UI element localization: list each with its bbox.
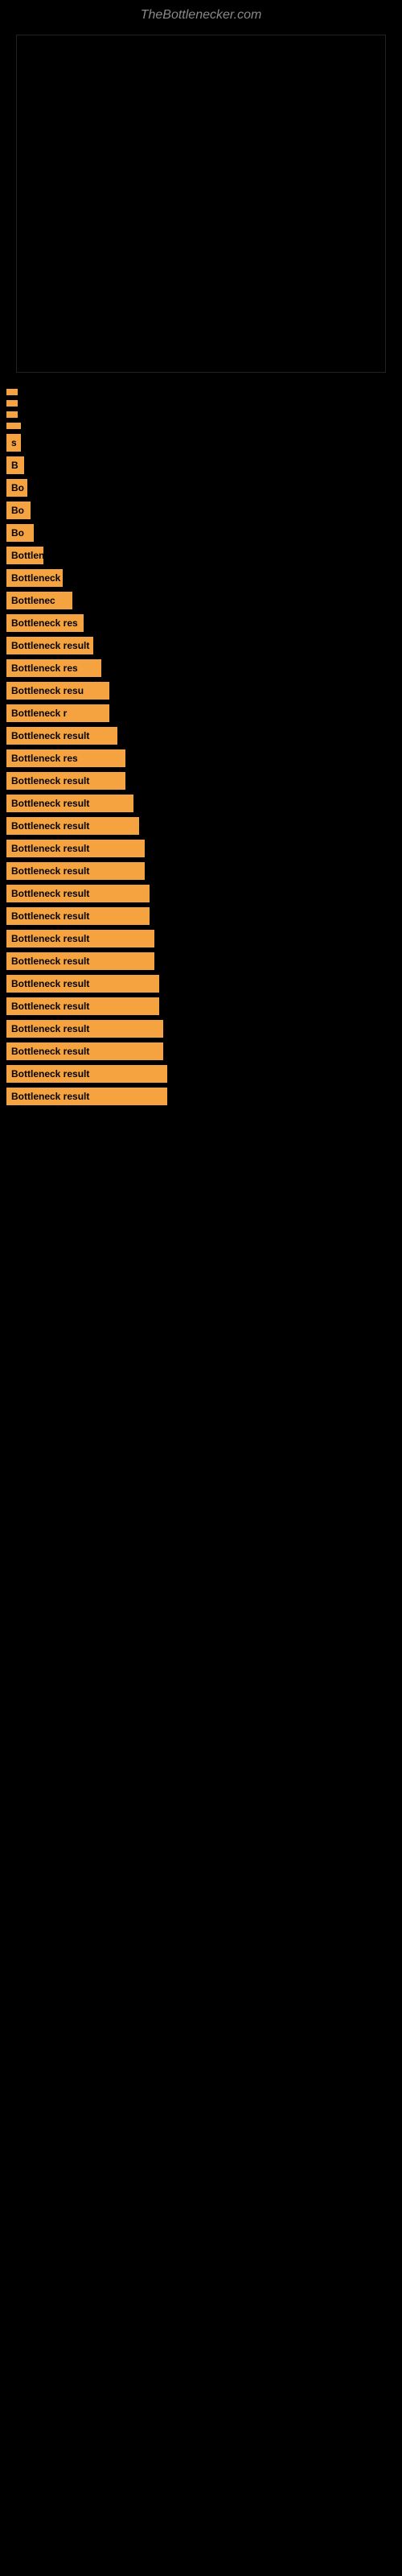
site-title-container: TheBottlenecker.com — [0, 0, 402, 27]
result-bar: B — [6, 456, 24, 474]
list-item: Bottleneck result — [6, 1088, 402, 1105]
result-bar: Bo — [6, 502, 31, 519]
list-item — [6, 400, 402, 407]
list-item: Bottleneck res — [6, 659, 402, 677]
result-bar — [6, 389, 18, 395]
list-item: Bottleneck result — [6, 1042, 402, 1060]
list-item: Bottleneck result — [6, 975, 402, 993]
list-item: Bottleneck result — [6, 997, 402, 1015]
list-item: Bottleneck re — [6, 569, 402, 587]
list-item: Bottleneck res — [6, 749, 402, 767]
result-bar: Bottleneck result — [6, 1088, 167, 1105]
list-item: Bottleneck result — [6, 727, 402, 745]
list-item: Bottleneck result — [6, 840, 402, 857]
result-bar: Bottlene — [6, 547, 43, 564]
list-item: Bottleneck result — [6, 907, 402, 925]
list-item: Bottleneck result — [6, 772, 402, 790]
result-bar: Bottleneck result — [6, 862, 145, 880]
result-bar: Bo — [6, 524, 34, 542]
list-item: Bottleneck result — [6, 1065, 402, 1083]
result-bar: Bottleneck result — [6, 795, 133, 812]
result-bar: Bottleneck result — [6, 1042, 163, 1060]
list-item: B — [6, 456, 402, 474]
list-item — [6, 389, 402, 395]
chart-area — [16, 35, 386, 373]
result-bar: Bo — [6, 479, 27, 497]
result-bar: Bottleneck result — [6, 952, 154, 970]
result-bar: Bottleneck r — [6, 704, 109, 722]
result-bar: Bottleneck result — [6, 885, 150, 902]
result-bar: s — [6, 434, 21, 452]
list-item: s — [6, 434, 402, 452]
list-item: Bo — [6, 524, 402, 542]
list-item: Bottleneck resu — [6, 682, 402, 700]
result-bar: Bottleneck result — [6, 727, 117, 745]
results-container: sB Bo Bo Bo Bottlene Bottleneck re Bottlenec Bo… — [0, 389, 402, 1126]
result-bar: Bottlenec — [6, 592, 72, 609]
result-bar: Bottleneck result — [6, 840, 145, 857]
list-item: Bottleneck result — [6, 930, 402, 947]
list-item: Bottleneck result — [6, 795, 402, 812]
list-item: Bottleneck r — [6, 704, 402, 722]
result-bar: Bottleneck res — [6, 749, 125, 767]
list-item: Bottleneck result — [6, 885, 402, 902]
result-bar: Bottleneck re — [6, 569, 63, 587]
list-item — [6, 423, 402, 429]
result-bar — [6, 423, 21, 429]
result-bar: Bottleneck result — [6, 1065, 167, 1083]
list-item — [6, 411, 402, 418]
site-title: TheBottlenecker.com — [0, 0, 402, 27]
list-item: Bottleneck result — [6, 862, 402, 880]
list-item: Bottleneck res — [6, 614, 402, 632]
list-item: Bottleneck result — [6, 952, 402, 970]
result-bar: Bottleneck result — [6, 930, 154, 947]
result-bar: Bottleneck res — [6, 614, 84, 632]
result-bar: Bottleneck result — [6, 975, 159, 993]
result-bar: Bottleneck result — [6, 817, 139, 835]
list-item: Bo — [6, 502, 402, 519]
list-item: Bottleneck result — [6, 817, 402, 835]
list-item: Bottlene — [6, 547, 402, 564]
result-bar: Bottleneck res — [6, 659, 101, 677]
list-item: Bottleneck result — [6, 637, 402, 654]
list-item: Bottlenec — [6, 592, 402, 609]
result-bar: Bottleneck resu — [6, 682, 109, 700]
list-item: Bo — [6, 479, 402, 497]
result-bar — [6, 400, 18, 407]
result-bar: Bottleneck result — [6, 1020, 163, 1038]
result-bar — [6, 411, 18, 418]
result-bar: Bottleneck result — [6, 637, 93, 654]
result-bar: Bottleneck result — [6, 997, 159, 1015]
result-bar: Bottleneck result — [6, 772, 125, 790]
result-bar: Bottleneck result — [6, 907, 150, 925]
list-item: Bottleneck result — [6, 1020, 402, 1038]
